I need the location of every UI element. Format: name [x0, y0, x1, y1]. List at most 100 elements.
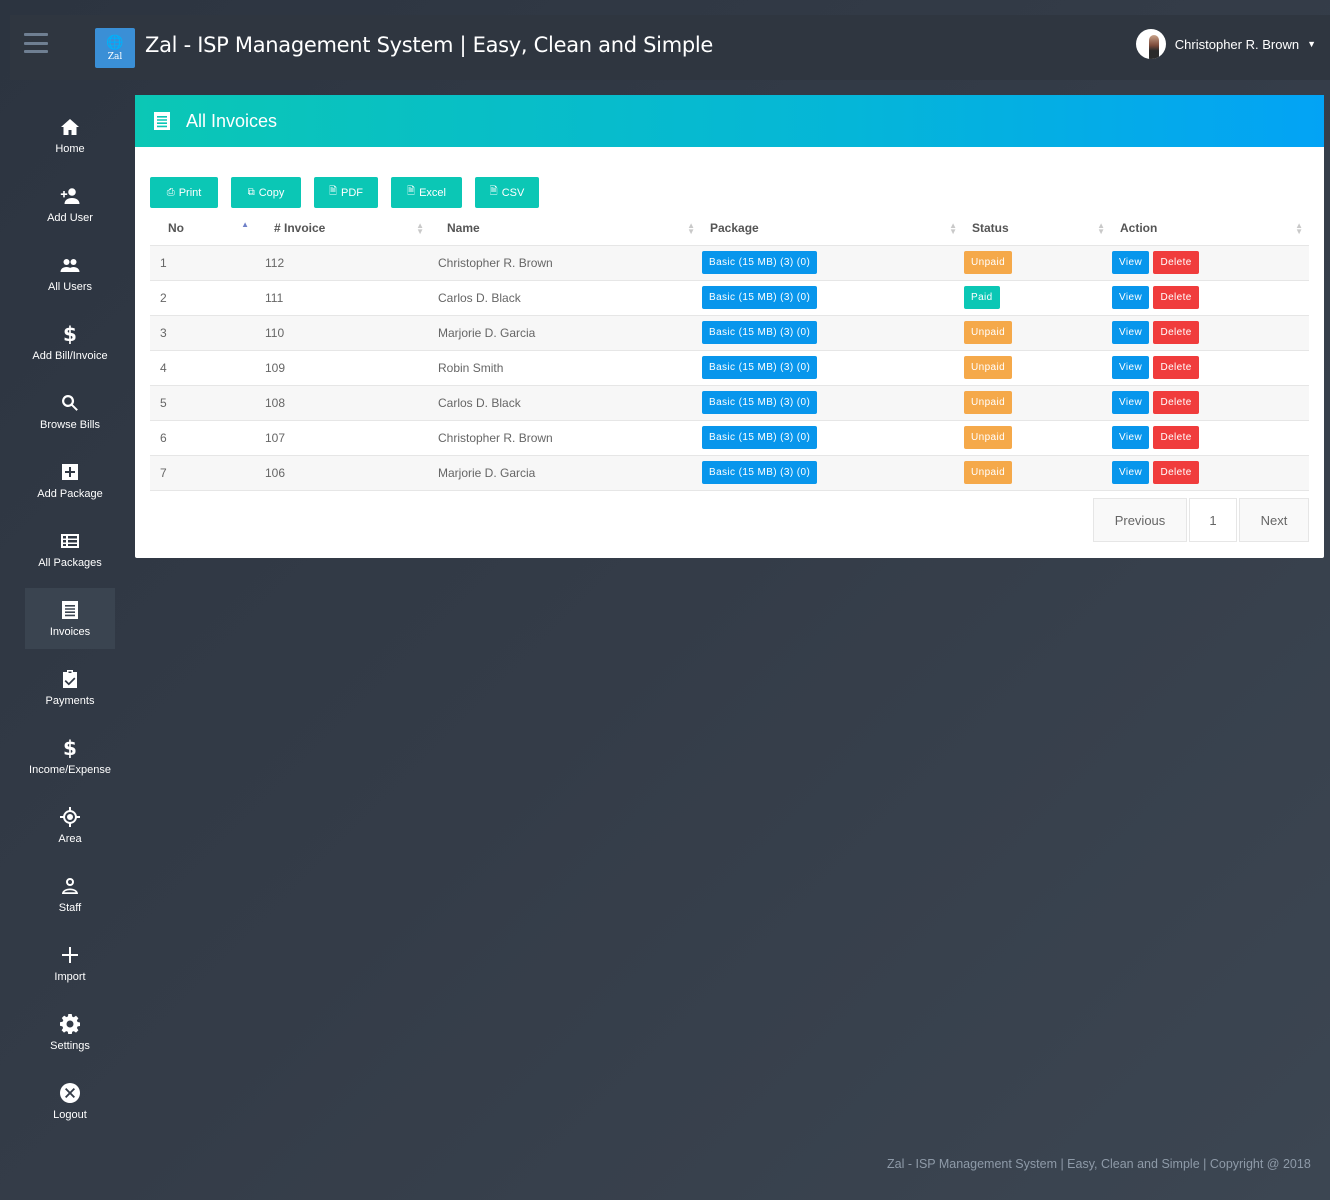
cell-package: Basic (15 MB) (3) (0): [701, 280, 963, 316]
svg-text:$: $: [63, 324, 77, 344]
package-badge: Basic (15 MB) (3) (0): [702, 426, 818, 449]
cell-status: Unpaid: [963, 420, 1111, 456]
button-label: CSV: [501, 186, 525, 199]
cell-no: 5: [150, 385, 257, 421]
column-label: Package: [710, 221, 759, 236]
delete-button[interactable]: Delete: [1153, 286, 1199, 309]
export-toolbar: ⎙ Print ⧉ Copy 🗎 PDF 🗎 Excel 🗎 CSV: [150, 177, 552, 208]
chevron-down-icon: ▼: [1307, 39, 1316, 49]
sidebar-item-label: Import: [54, 971, 86, 983]
sidebar-item-all-users[interactable]: All Users: [25, 243, 115, 304]
sidebar-item-label: Area: [58, 833, 82, 845]
view-button[interactable]: View: [1112, 426, 1150, 449]
cell-package: Basic (15 MB) (3) (0): [701, 350, 963, 386]
status-badge: Unpaid: [964, 251, 1013, 274]
view-button[interactable]: View: [1112, 286, 1150, 309]
delete-button[interactable]: Delete: [1153, 251, 1199, 274]
package-badge: Basic (15 MB) (3) (0): [702, 321, 818, 344]
cell-package: Basic (15 MB) (3) (0): [701, 420, 963, 456]
add-user-icon: [59, 185, 81, 207]
cell-invoice: 108: [257, 385, 430, 421]
logo-text: Zal: [107, 51, 123, 62]
cell-action: View Delete: [1111, 315, 1309, 351]
sidebar-item-add-bill-invoice[interactable]: $ Add Bill/Invoice: [25, 312, 115, 373]
view-button[interactable]: View: [1112, 321, 1150, 344]
excel-button[interactable]: 🗎 Excel: [391, 177, 462, 208]
page-title: All Invoices: [186, 110, 278, 131]
table-row: 6 107 Christopher R. Brown Basic (15 MB) (3…: [150, 420, 1309, 456]
view-button[interactable]: View: [1112, 251, 1150, 274]
table-row: 5 108 Carlos D. Black Basic (15 MB) (3) (0)…: [150, 385, 1309, 421]
cell-status: Unpaid: [963, 350, 1111, 386]
pdf-button[interactable]: 🗎 PDF: [314, 177, 378, 208]
delete-button[interactable]: Delete: [1153, 461, 1199, 484]
column-header-package[interactable]: Package ▲ ▼: [701, 212, 963, 246]
invoices-panel: All Invoices ⎙ Print ⧉ Copy 🗎 PDF 🗎 Excel 🗎 CSV N…: [135, 95, 1324, 558]
sidebar-item-logout[interactable]: Logout: [25, 1071, 115, 1132]
app-title: Zal - ISP Management System | Easy, Clea…: [145, 33, 714, 57]
svg-text:$: $: [63, 738, 77, 758]
sidebar-item-all-packages[interactable]: All Packages: [25, 519, 115, 580]
sidebar-item-browse-bills[interactable]: Browse Bills: [25, 381, 115, 442]
next-page-button[interactable]: Next: [1239, 498, 1309, 542]
button-label: Print: [178, 186, 202, 199]
cell-no: 4: [150, 350, 257, 386]
column-header-no[interactable]: No ▲: [150, 212, 257, 246]
delete-button[interactable]: Delete: [1153, 356, 1199, 379]
sidebar-item-settings[interactable]: Settings: [25, 1002, 115, 1063]
package-badge: Basic (15 MB) (3) (0): [702, 286, 818, 309]
sidebar-item-label: Settings: [50, 1040, 90, 1052]
column-header-action[interactable]: Action ▲ ▼: [1111, 212, 1309, 246]
cell-no: 1: [150, 245, 257, 281]
page-1-button[interactable]: 1: [1189, 498, 1237, 542]
cell-action: View Delete: [1111, 245, 1309, 281]
status-badge: Unpaid: [964, 426, 1013, 449]
view-button[interactable]: View: [1112, 391, 1150, 414]
app-logo[interactable]: 🌐 Zal: [95, 28, 135, 68]
sidebar-item-home[interactable]: Home: [25, 105, 115, 166]
sidebar-item-invoices[interactable]: Invoices: [25, 588, 115, 649]
sidebar-item-area[interactable]: Area: [25, 795, 115, 856]
package-badge: Basic (15 MB) (3) (0): [702, 391, 818, 414]
sidebar-item-income-expense[interactable]: $ Income/Expense: [25, 726, 115, 787]
sidebar-item-payments[interactable]: Payments: [25, 657, 115, 718]
delete-button[interactable]: Delete: [1153, 321, 1199, 344]
view-button[interactable]: View: [1112, 356, 1150, 379]
menu-toggle-icon[interactable]: [24, 33, 48, 53]
csv-button[interactable]: 🗎 CSV: [475, 177, 539, 208]
user-menu[interactable]: Christopher R. Brown ▼: [1135, 29, 1316, 59]
search-icon: [59, 392, 81, 414]
cell-invoice: 112: [257, 245, 430, 281]
invoice-icon: [152, 111, 172, 131]
close-circle-icon: [59, 1082, 81, 1104]
column-header-status[interactable]: Status ▲ ▼: [963, 212, 1111, 246]
cell-status: Unpaid: [963, 245, 1111, 281]
cell-name: Carlos D. Black: [430, 280, 701, 316]
footer-copyright: Zal - ISP Management System | Easy, Clea…: [887, 1157, 1311, 1171]
delete-button[interactable]: Delete: [1153, 426, 1199, 449]
sidebar-item-label: Logout: [53, 1109, 87, 1121]
sidebar-item-add-user[interactable]: Add User: [25, 174, 115, 235]
sidebar-item-label: Payments: [45, 695, 95, 707]
cell-status: Unpaid: [963, 315, 1111, 351]
invoice-icon: [59, 599, 81, 621]
cell-status: Paid: [963, 280, 1111, 316]
package-badge: Basic (15 MB) (3) (0): [702, 356, 818, 379]
previous-page-button[interactable]: Previous: [1093, 498, 1187, 542]
column-header-name[interactable]: Name ▲ ▼: [430, 212, 701, 246]
delete-button[interactable]: Delete: [1153, 391, 1199, 414]
invoices-table: No ▲ # Invoice ▲ ▼ Name ▲ ▼ Package ▲ ▼ Status ▲…: [150, 212, 1309, 491]
table-row: 3 110 Marjorie D. Garcia Basic (15 MB) (3) …: [150, 315, 1309, 351]
sidebar-item-import[interactable]: Import: [25, 933, 115, 994]
print-button[interactable]: ⎙ Print: [150, 177, 218, 208]
sidebar-item-label: Add Package: [37, 488, 103, 500]
sidebar-item-label: Income/Expense: [29, 764, 111, 776]
printer-icon: ⎙: [166, 187, 175, 198]
cell-status: Unpaid: [963, 455, 1111, 491]
copy-button[interactable]: ⧉ Copy: [231, 177, 301, 208]
sidebar-item-add-package[interactable]: Add Package: [25, 450, 115, 511]
column-header-invoice[interactable]: # Invoice ▲ ▼: [257, 212, 430, 246]
view-button[interactable]: View: [1112, 461, 1150, 484]
sidebar-item-staff[interactable]: Staff: [25, 864, 115, 925]
gear-icon: [59, 1013, 81, 1035]
